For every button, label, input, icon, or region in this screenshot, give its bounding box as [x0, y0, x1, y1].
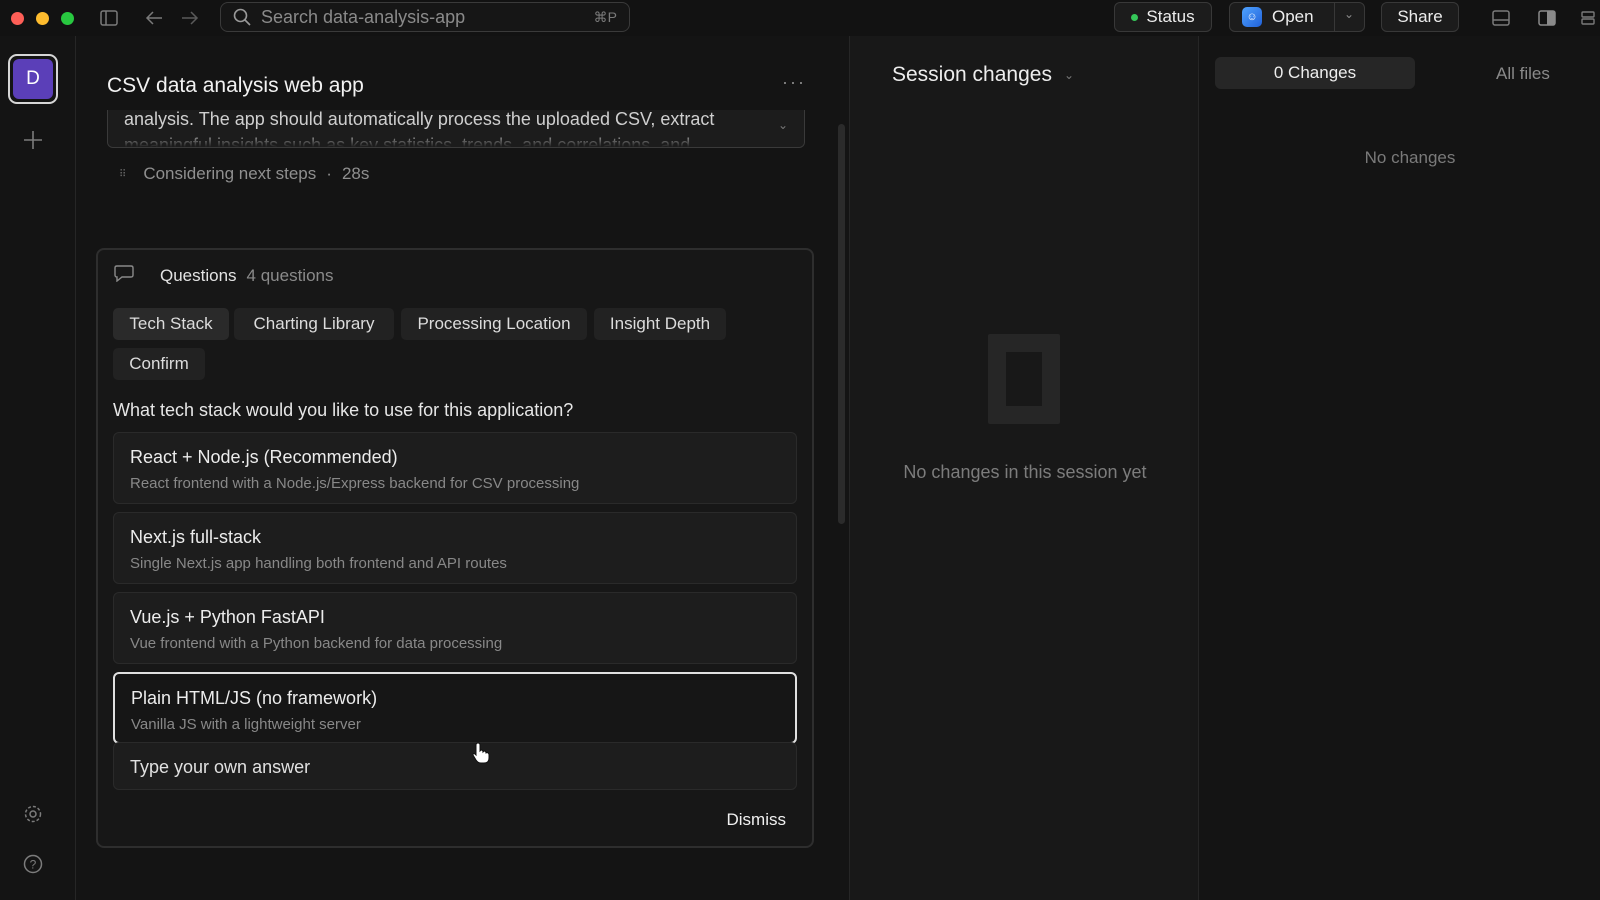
help-icon[interactable]: ?	[21, 852, 45, 876]
status-label: Status	[1146, 7, 1195, 26]
prompt-preview[interactable]: analysis. The app should automatically p…	[107, 110, 805, 148]
option-description: Single Next.js app handling both fronten…	[130, 555, 507, 572]
title-bar: Search data-analysis-app ⌘P Status ☺ Ope…	[0, 0, 1600, 36]
finder-app-icon: ☺	[1242, 7, 1262, 27]
own-answer-input[interactable]: Type your own answer	[113, 742, 797, 790]
thinking-status: ⠿ Considering next steps · 28s	[119, 164, 369, 184]
questions-header: Questions 4 questions	[114, 264, 334, 287]
questions-title: Questions	[160, 265, 237, 285]
question-text: What tech stack would you like to use fo…	[113, 400, 574, 420]
gear-icon[interactable]	[21, 802, 45, 826]
more-options-icon[interactable]: ···	[782, 72, 806, 93]
option-label: Plain HTML/JS (no framework)	[131, 688, 378, 708]
search-placeholder: Search data-analysis-app	[261, 6, 466, 27]
plus-icon[interactable]	[21, 128, 45, 152]
expand-chevron-icon[interactable]: ⌄	[778, 118, 788, 132]
chat-scrollbar[interactable]	[838, 124, 845, 524]
tab-all-files[interactable]: All files	[1496, 64, 1550, 84]
session-changes-panel: Session changes ⌄ No changes in this ses…	[849, 36, 1199, 900]
option-description: Vanilla JS with a lightweight server	[131, 716, 361, 733]
panel-right-icon[interactable]	[1535, 6, 1559, 30]
option-label: React + Node.js (Recommended)	[130, 447, 398, 467]
chevron-down-icon[interactable]: ⌄	[1344, 7, 1354, 21]
search-input[interactable]: Search data-analysis-app ⌘P	[220, 2, 630, 32]
page-title: CSV data analysis web app	[107, 74, 364, 97]
tab-changes[interactable]: 0 Changes	[1215, 57, 1415, 89]
minimize-window-button[interactable]	[36, 12, 49, 25]
share-button[interactable]: Share	[1381, 2, 1459, 32]
chat-panel: CSV data analysis web app ··· analysis. …	[77, 36, 848, 900]
no-changes-text: No changes	[1364, 148, 1456, 167]
dismiss-button[interactable]: Dismiss	[727, 810, 787, 830]
option-plain-html-js[interactable]: Plain HTML/JS (no framework) Vanilla JS …	[113, 672, 797, 744]
search-shortcut: ⌘P	[593, 9, 617, 25]
session-title: Session changes	[892, 63, 1052, 86]
empty-state-icon	[988, 334, 1060, 424]
avatar-letter: D	[13, 59, 53, 99]
files-panel: 0 Changes All files No changes	[1200, 36, 1600, 900]
thinking-dots-icon: ⠿	[119, 168, 126, 180]
tab-confirm[interactable]: Confirm	[113, 348, 205, 380]
svg-text:?: ?	[30, 858, 37, 872]
chevron-down-icon: ⌄	[1063, 68, 1075, 82]
sidebar-toggle-icon[interactable]	[97, 6, 121, 30]
option-nextjs[interactable]: Next.js full-stack Single Next.js app ha…	[113, 512, 797, 584]
search-icon	[233, 8, 251, 26]
back-arrow-icon[interactable]	[142, 6, 166, 30]
option-react-node[interactable]: React + Node.js (Recommended) React fron…	[113, 432, 797, 504]
layout-icon[interactable]	[1576, 6, 1600, 30]
thinking-separator: ·	[326, 164, 332, 183]
option-label: Next.js full-stack	[130, 527, 262, 547]
maximize-window-button[interactable]	[61, 12, 74, 25]
mouse-pointer-icon	[472, 742, 490, 769]
open-divider	[1334, 3, 1335, 31]
chat-bubble-icon	[114, 264, 134, 287]
tab-processing-location[interactable]: Processing Location	[401, 308, 587, 340]
questions-panel: Questions 4 questions Tech Stack Chartin…	[96, 248, 814, 848]
workspace-rail: D ?	[0, 36, 76, 900]
thinking-time: 28s	[341, 164, 370, 183]
status-button[interactable]: Status	[1114, 2, 1212, 32]
own-answer-placeholder: Type your own answer	[130, 757, 311, 777]
empty-state-text: No changes in this session yet	[903, 462, 1147, 482]
tab-label: Confirm	[129, 354, 189, 373]
open-label: Open	[1272, 7, 1314, 26]
tab-label: Charting Library	[253, 314, 375, 333]
status-dot-icon	[1131, 13, 1139, 21]
tab-tech-stack[interactable]: Tech Stack	[113, 308, 229, 340]
tab-label: Insight Depth	[609, 314, 711, 333]
changes-label: 0 Changes	[1273, 63, 1357, 82]
tab-label: Processing Location	[417, 314, 571, 333]
questions-count: 4 questions	[246, 265, 334, 285]
prompt-fade	[108, 131, 804, 147]
forward-arrow-icon[interactable]	[178, 6, 202, 30]
option-description: React frontend with a Node.js/Express ba…	[130, 475, 580, 492]
thinking-label: Considering next steps	[143, 164, 317, 183]
tab-charting-library[interactable]: Charting Library	[234, 308, 394, 340]
tab-label: Tech Stack	[129, 314, 213, 333]
option-label: Vue.js + Python FastAPI	[130, 607, 325, 627]
open-button[interactable]: ☺ Open ⌄	[1229, 2, 1365, 32]
option-vue-fastapi[interactable]: Vue.js + Python FastAPI Vue frontend wit…	[113, 592, 797, 664]
option-description: Vue frontend with a Python backend for d…	[130, 635, 503, 652]
share-label: Share	[1397, 7, 1443, 26]
workspace-avatar[interactable]: D	[8, 54, 58, 104]
close-window-button[interactable]	[11, 12, 24, 25]
session-changes-dropdown[interactable]: Session changes ⌄	[892, 63, 1074, 87]
tab-insight-depth[interactable]: Insight Depth	[594, 308, 726, 340]
panel-bottom-icon[interactable]	[1489, 6, 1513, 30]
